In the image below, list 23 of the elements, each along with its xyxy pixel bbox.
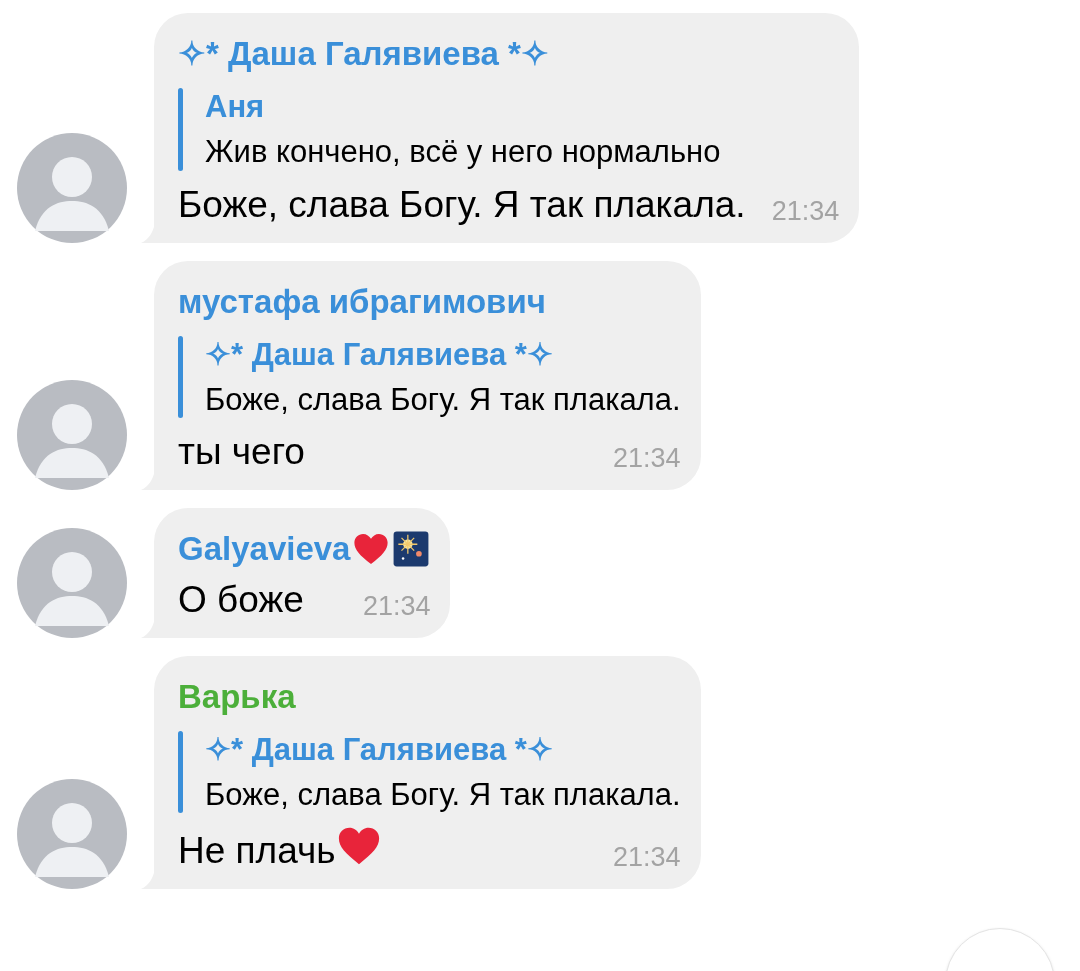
reply-sender: Аня — [205, 88, 266, 126]
sender-name[interactable]: мустафа ибрагимович — [178, 280, 546, 322]
reply-text: Боже, слава Богу. Я так плакала. — [205, 776, 681, 814]
sender-name[interactable]: Galyavieva — [178, 528, 351, 570]
sender-name[interactable]: Варька — [178, 675, 296, 718]
message-text: О боже — [178, 577, 304, 622]
reply-text: Жив кончено, всё у него нормально — [205, 133, 721, 171]
message-time: 21:34 — [361, 592, 431, 620]
avatar[interactable] — [17, 779, 127, 890]
reply-sender: ✧* Даша Галявиева *✧ — [205, 731, 554, 769]
message-text: ты чего — [178, 430, 305, 475]
avatar[interactable] — [17, 132, 127, 243]
avatar[interactable] — [17, 527, 127, 638]
sender-name[interactable]: ✧* Даша Галявиева *✧ — [178, 33, 549, 75]
message-time: 21:34 — [770, 197, 840, 225]
message-time: 21:34 — [612, 445, 681, 473]
fireworks-icon — [392, 530, 431, 569]
message-text: Боже, слава Богу. Я так плакала. — [178, 182, 746, 227]
message-text: Не плачь — [178, 829, 336, 874]
reply-text: Боже, слава Богу. Я так плакала. — [205, 381, 681, 419]
avatar[interactable] — [17, 380, 127, 491]
message-time: 21:34 — [612, 844, 681, 872]
reply-sender: ✧* Даша Галявиева *✧ — [205, 335, 554, 374]
